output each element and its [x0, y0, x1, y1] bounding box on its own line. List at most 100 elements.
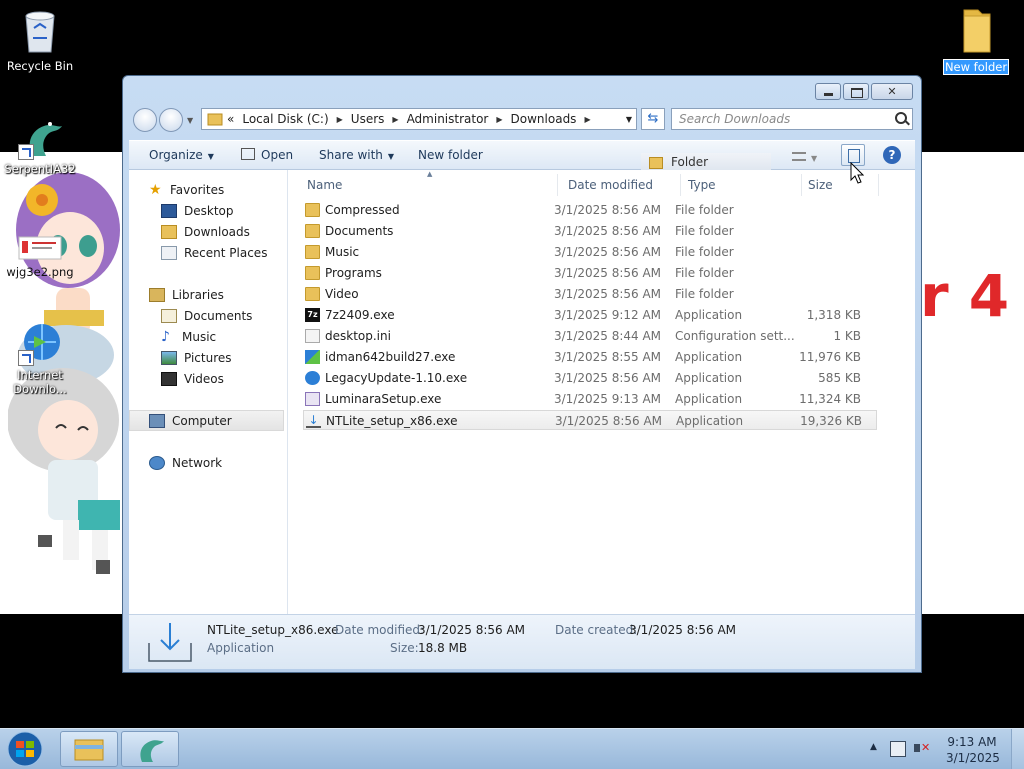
address-bar[interactable]: « Local Disk (C:) ▶ Users ▶ Administrato…	[201, 108, 637, 130]
nav-documents-label: Documents	[184, 309, 253, 323]
breadcrumb-local-disk[interactable]: Local Disk (C:)	[242, 112, 328, 126]
help-button[interactable]: ?	[883, 146, 901, 164]
column-divider[interactable]	[801, 174, 802, 196]
nav-videos[interactable]: Videos	[161, 369, 224, 389]
file-size: 585 KB	[818, 371, 861, 385]
file-size: 1 KB	[833, 329, 861, 343]
globe-icon	[305, 371, 320, 385]
file-size: 11,976 KB	[799, 350, 861, 364]
nav-documents[interactable]: Documents	[161, 306, 252, 326]
file-date: 3/1/2025 8:56 AM	[554, 245, 662, 259]
recycle-bin-icon[interactable]: Recycle Bin	[0, 8, 80, 73]
preview-pane-icon	[848, 149, 860, 163]
image-thumbnail-icon	[18, 236, 62, 260]
breadcrumb-separator-icon[interactable]: ▶	[584, 115, 590, 124]
show-desktop-button[interactable]	[1011, 729, 1024, 769]
address-overflow-chevron[interactable]: «	[227, 112, 234, 126]
file-name: Video	[325, 287, 359, 301]
file-row[interactable]: 7z 7z2409.exe 3/1/2025 9:12 AM Application 1…	[303, 305, 877, 325]
address-dropdown-icon[interactable]: ▼	[626, 115, 632, 124]
column-header-date[interactable]: Date modified	[568, 178, 653, 192]
file-row[interactable]: Compressed 3/1/2025 8:56 AM File folder	[303, 200, 877, 220]
file-name: Music	[325, 245, 360, 259]
internet-download-manager-shortcut[interactable]: Internet Downlo...	[0, 318, 80, 396]
file-row[interactable]: desktop.ini 3/1/2025 8:44 AM Configuration…	[303, 326, 877, 346]
file-date: 3/1/2025 8:44 AM	[554, 329, 662, 343]
file-type: Application	[675, 350, 743, 364]
taskbar-serpent-button[interactable]	[121, 731, 179, 767]
nav-recent-places[interactable]: Recent Places	[161, 243, 267, 263]
file-size: 19,326 KB	[800, 414, 862, 428]
nav-libraries[interactable]: Libraries	[149, 285, 224, 305]
nav-music[interactable]: ♪ Music	[161, 327, 216, 347]
nav-network[interactable]: Network	[149, 453, 222, 473]
speaker-icon	[914, 744, 920, 752]
serpentia32-label: SerpentIA32	[4, 162, 76, 176]
column-header-size[interactable]: Size	[808, 178, 833, 192]
nav-recent-label: Recent Places	[184, 246, 268, 260]
nav-downloads-label: Downloads	[184, 225, 250, 239]
breadcrumb-separator-icon[interactable]: ▶	[392, 115, 398, 124]
refresh-button[interactable]: ⇆	[641, 108, 665, 130]
taskbar: ▲ ✕ 9:13 AM 3/1/2025	[0, 728, 1024, 769]
start-button[interactable]	[2, 730, 48, 768]
file-row[interactable]: ↓ NTLite_setup_x86.exe 3/1/2025 8:56 AM App…	[303, 410, 877, 430]
close-button[interactable]	[871, 83, 913, 100]
nav-favorites[interactable]: ★ Favorites	[149, 180, 224, 200]
column-header-name[interactable]: Name	[307, 178, 342, 192]
file-row[interactable]: Programs 3/1/2025 8:56 AM File folder	[303, 263, 877, 283]
navigation-pane: ★ Favorites Desktop Downloads Recent Plac…	[129, 170, 288, 614]
file-row[interactable]: Video 3/1/2025 8:56 AM File folder	[303, 284, 877, 304]
system-clock[interactable]: 9:13 AM 3/1/2025	[946, 734, 1000, 766]
file-row[interactable]: Documents 3/1/2025 8:56 AM File folder	[303, 221, 877, 241]
back-button[interactable]	[133, 108, 157, 132]
file-row[interactable]: Music 3/1/2025 8:56 AM File folder	[303, 242, 877, 262]
breadcrumb-separator-icon[interactable]: ▶	[337, 115, 343, 124]
new-folder-desktop-icon[interactable]: New folder	[936, 6, 1016, 75]
details-created-value: 3/1/2025 8:56 AM	[629, 623, 737, 637]
file-row[interactable]: LuminaraSetup.exe 3/1/2025 9:13 AM Applica…	[303, 389, 877, 409]
folder-icon	[305, 224, 320, 238]
minimize-button[interactable]	[815, 83, 841, 100]
forward-button[interactable]	[159, 108, 183, 132]
breadcrumb-users[interactable]: Users	[351, 112, 385, 126]
breadcrumb-downloads[interactable]: Downloads	[511, 112, 577, 126]
column-divider[interactable]	[680, 174, 681, 196]
wjg3e2-file[interactable]: wjg3e2.png	[0, 236, 80, 279]
column-header-type[interactable]: Type	[688, 178, 716, 192]
maximize-button[interactable]	[843, 83, 869, 100]
breadcrumb-administrator[interactable]: Administrator	[407, 112, 489, 126]
nav-computer[interactable]: Computer	[149, 411, 232, 431]
show-hidden-icons-button[interactable]: ▲	[870, 742, 877, 752]
column-divider[interactable]	[557, 174, 558, 196]
network-icon	[149, 455, 165, 470]
volume-muted-icon[interactable]: ✕	[914, 741, 930, 755]
chevron-down-icon: ▼	[811, 154, 818, 163]
nav-desktop[interactable]: Desktop	[161, 201, 234, 221]
search-input[interactable]: Search Downloads	[671, 108, 913, 130]
share-with-button[interactable]: Share with ▼	[319, 148, 394, 162]
file-name: LegacyUpdate-1.10.exe	[325, 371, 468, 385]
file-name: Compressed	[325, 203, 400, 217]
new-folder-rename-label[interactable]: New folder	[942, 59, 1010, 75]
serpentia32-shortcut[interactable]: SerpentIA32	[0, 112, 80, 176]
change-view-button[interactable]: ▼	[792, 150, 817, 164]
nav-downloads[interactable]: Downloads	[161, 222, 250, 242]
breadcrumb-separator-icon[interactable]: ▶	[496, 115, 502, 124]
column-divider[interactable]	[878, 174, 879, 196]
recent-pages-dropdown[interactable]: ▼	[187, 116, 193, 125]
file-row[interactable]: LegacyUpdate-1.10.exe 3/1/2025 8:56 AM App…	[303, 368, 877, 388]
search-icon[interactable]	[895, 112, 907, 124]
new-folder-button[interactable]: New folder	[418, 148, 483, 162]
file-row[interactable]: idman642build27.exe 3/1/2025 8:55 AM Appli…	[303, 347, 877, 367]
mouse-cursor-icon	[850, 162, 864, 184]
new-folder-label: New folder	[418, 148, 483, 162]
idm-label: Internet Downlo...	[13, 368, 67, 396]
taskbar-explorer-button[interactable]	[60, 731, 118, 767]
open-button[interactable]: Open	[241, 148, 293, 162]
network-tray-icon[interactable]	[890, 741, 906, 757]
file-date: 3/1/2025 8:56 AM	[554, 224, 662, 238]
organize-button[interactable]: Organize ▼	[149, 148, 214, 162]
shortcut-arrow-icon	[18, 350, 34, 366]
nav-pictures[interactable]: Pictures	[161, 348, 232, 368]
